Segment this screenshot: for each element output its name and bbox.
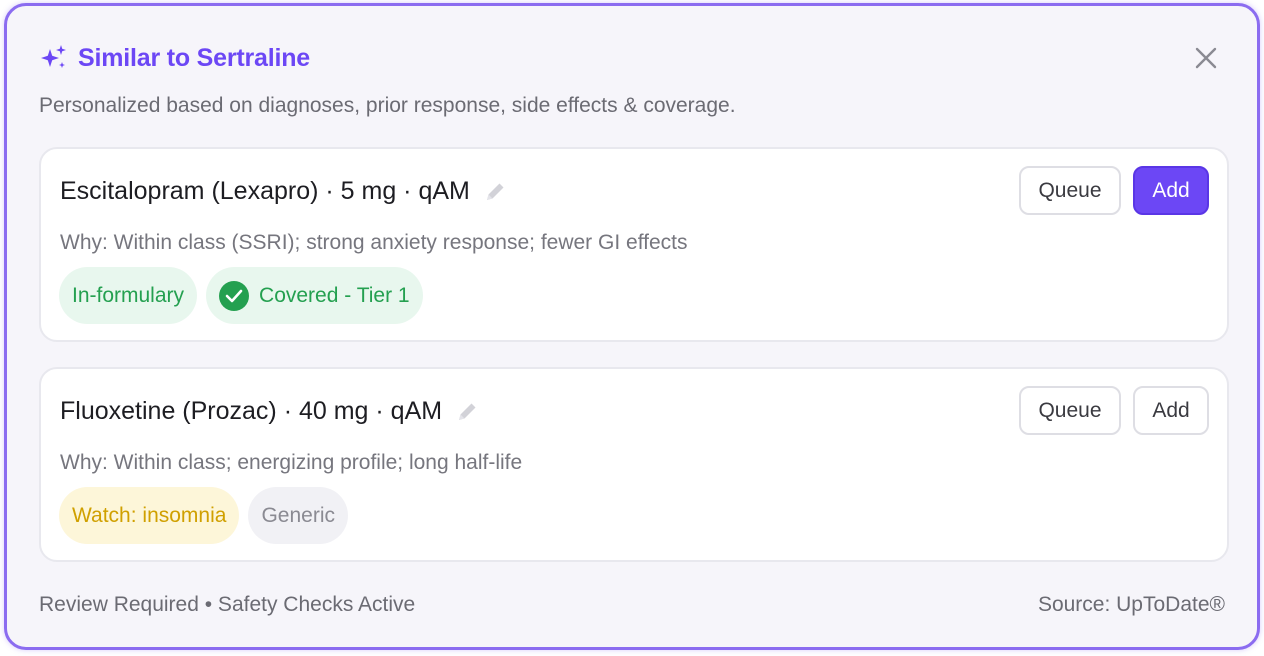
why-text: Why: Within class; energizing profile; l… bbox=[60, 451, 523, 474]
add-button[interactable]: Add bbox=[1133, 386, 1209, 435]
panel-title: Similar to Sertraline bbox=[78, 43, 310, 72]
warning-tag: Watch: insomnia bbox=[59, 487, 240, 544]
tag-list: In-formulary Covered - Tier 1 bbox=[59, 267, 423, 324]
suggestion-panel: Similar to Sertraline Personalized based… bbox=[4, 3, 1260, 650]
coverage-tag-label: Covered - Tier 1 bbox=[259, 283, 410, 307]
suggestion-card: Escitalopram (Lexapro) · 5 mg · qAM Queu… bbox=[39, 147, 1229, 342]
queue-button[interactable]: Queue bbox=[1019, 166, 1121, 215]
drug-line: Fluoxetine (Prozac) · 40 mg · qAM bbox=[60, 397, 480, 426]
footer-status: Review Required • Safety Checks Active bbox=[39, 593, 416, 616]
coverage-tag: Covered - Tier 1 bbox=[206, 267, 423, 324]
add-button[interactable]: Add bbox=[1133, 166, 1209, 215]
drug-line: Escitalopram (Lexapro) · 5 mg · qAM bbox=[60, 177, 508, 206]
panel-header: Similar to Sertraline bbox=[39, 38, 310, 78]
check-circle-icon bbox=[219, 280, 250, 311]
close-icon[interactable] bbox=[1191, 43, 1221, 73]
panel-subtitle: Personalized based on diagnoses, prior r… bbox=[39, 94, 736, 117]
suggestion-card: Fluoxetine (Prozac) · 40 mg · qAM Queue … bbox=[39, 367, 1229, 562]
sparkles-icon bbox=[39, 43, 69, 73]
pencil-icon[interactable] bbox=[482, 179, 508, 205]
tag-list: Watch: insomnia Generic bbox=[59, 487, 348, 544]
generic-tag: Generic bbox=[248, 487, 348, 544]
drug-name: Fluoxetine (Prozac) · 40 mg · qAM bbox=[60, 397, 443, 425]
pencil-icon[interactable] bbox=[454, 399, 480, 425]
drug-name: Escitalopram (Lexapro) · 5 mg · qAM bbox=[60, 177, 470, 205]
formulary-tag: In-formulary bbox=[59, 267, 198, 324]
queue-button[interactable]: Queue bbox=[1019, 386, 1121, 435]
why-text: Why: Within class (SSRI); strong anxiety… bbox=[60, 231, 688, 254]
footer-source: Source: UpToDate® bbox=[1037, 593, 1225, 616]
